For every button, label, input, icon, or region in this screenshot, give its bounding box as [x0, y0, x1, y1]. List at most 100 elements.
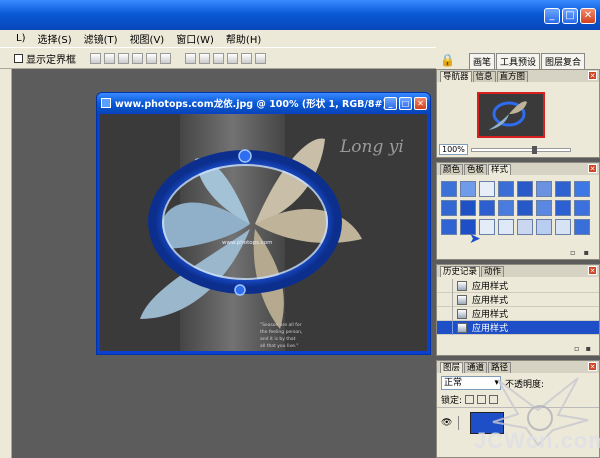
lock-transparency-icon[interactable]: [465, 395, 475, 404]
show-bounds-label: 显示定界框: [26, 54, 76, 66]
blend-mode-select[interactable]: 正常: [441, 376, 501, 390]
maximize-icon[interactable]: □: [562, 8, 578, 24]
history-item[interactable]: 应用样式: [437, 306, 599, 321]
snapshot-icon[interactable]: ▫: [574, 344, 579, 353]
layers-panel: 图层 通道 路径 ✕ 正常 不透明度: 锁定: 👁: [436, 360, 600, 458]
menu-item-window[interactable]: 窗口(W): [176, 31, 214, 46]
palette-well: 🔒 画笔 工具预设 图层复合: [436, 47, 600, 69]
style-swatch[interactable]: [574, 181, 590, 197]
layer-row[interactable]: 👁: [437, 407, 599, 437]
style-swatch[interactable]: [574, 219, 590, 235]
minimize-icon[interactable]: _: [544, 8, 560, 24]
menu-item-filter[interactable]: 滤镜(T): [84, 31, 118, 46]
navigator-thumbnail[interactable]: [477, 92, 545, 138]
style-swatch[interactable]: [555, 200, 571, 216]
trash-icon[interactable]: ▪: [586, 344, 591, 353]
align-left-icon[interactable]: [132, 52, 143, 64]
panel-close-icon[interactable]: ✕: [588, 164, 597, 173]
lock-position-icon[interactable]: [489, 395, 499, 404]
tab-layers[interactable]: 图层: [440, 362, 464, 373]
style-swatch[interactable]: [441, 219, 457, 235]
well-tab-brushes[interactable]: 画笔: [469, 53, 496, 69]
palette-well-icon: 🔒: [440, 53, 455, 67]
menu-item-view[interactable]: 视图(V): [130, 31, 165, 46]
history-item[interactable]: 应用样式: [437, 292, 599, 307]
style-swatch[interactable]: [517, 219, 533, 235]
style-swatch[interactable]: [536, 219, 552, 235]
tab-channels[interactable]: 通道: [464, 362, 488, 373]
tab-actions[interactable]: 动作: [481, 266, 505, 277]
distribute-top-icon[interactable]: [185, 52, 196, 64]
zoom-field[interactable]: 100%: [439, 144, 468, 155]
menu-item-help[interactable]: 帮助(H): [226, 31, 261, 46]
style-swatch[interactable]: [498, 219, 514, 235]
show-bounds-checkbox[interactable]: [14, 53, 23, 63]
tab-history[interactable]: 历史记录: [440, 266, 481, 277]
style-swatch[interactable]: [479, 181, 495, 197]
image-canvas[interactable]: Long yi www.photops.com "Season are all …: [100, 114, 427, 351]
panel-close-icon[interactable]: ✕: [588, 362, 597, 371]
tab-paths[interactable]: 路径: [488, 362, 512, 373]
align-right-icon[interactable]: [160, 52, 171, 64]
align-top-icon[interactable]: [90, 52, 101, 64]
tab-histogram[interactable]: 直方图: [496, 71, 529, 82]
style-swatch[interactable]: [536, 181, 552, 197]
align-center-icon[interactable]: [146, 52, 157, 64]
doc-maximize-icon[interactable]: □: [399, 96, 412, 110]
style-swatch[interactable]: [498, 200, 514, 216]
style-swatches: [437, 175, 599, 235]
document-titlebar[interactable]: www.photops.com龙依.jpg @ 100% (形状 1, RGB/…: [97, 93, 430, 113]
styles-panel: 颜色 色板 样式 ✕ ➤ ▫ ▪: [436, 162, 600, 260]
style-swatch[interactable]: [460, 181, 476, 197]
style-swatch[interactable]: [536, 200, 552, 216]
distribute-right-icon[interactable]: [255, 52, 266, 64]
caption-line-2: the feeling person,: [260, 329, 302, 335]
layer-visibility-icon[interactable]: 👁: [441, 418, 452, 428]
close-icon[interactable]: ✕: [580, 8, 596, 24]
style-swatch[interactable]: [441, 181, 457, 197]
style-swatch[interactable]: [555, 181, 571, 197]
tab-swatches[interactable]: 色板: [464, 164, 488, 175]
doc-minimize-icon[interactable]: _: [384, 96, 397, 110]
watermark-text: Long yi: [339, 137, 404, 157]
tab-color[interactable]: 颜色: [440, 164, 464, 175]
panel-close-icon[interactable]: ✕: [588, 71, 597, 80]
style-swatch[interactable]: [574, 200, 590, 216]
style-swatch[interactable]: [441, 200, 457, 216]
options-bar: 显示定界框: [0, 47, 436, 69]
history-item[interactable]: 应用样式: [437, 278, 599, 293]
tab-styles[interactable]: 样式: [488, 164, 512, 175]
distribute-center-icon[interactable]: [241, 52, 252, 64]
lock-image-icon[interactable]: [477, 395, 487, 404]
style-swatch[interactable]: [517, 200, 533, 216]
new-style-icon[interactable]: ▫: [570, 248, 575, 257]
style-swatch[interactable]: [460, 200, 476, 216]
history-panel: 历史记录 动作 ✕ 应用样式 应用样式 应用样式 应用样式 ▫ ▪: [436, 264, 600, 356]
style-swatch[interactable]: [517, 181, 533, 197]
align-bottom-icon[interactable]: [118, 52, 129, 64]
history-item-selected[interactable]: 应用样式: [437, 320, 599, 335]
layer-link-icon: [458, 415, 464, 430]
doc-close-icon[interactable]: ✕: [414, 96, 427, 110]
style-swatch[interactable]: [479, 219, 495, 235]
panel-close-icon[interactable]: ✕: [588, 266, 597, 275]
tab-navigator[interactable]: 导航器: [440, 71, 472, 82]
zoom-slider-handle[interactable]: [531, 145, 537, 154]
well-tab-layer-comps[interactable]: 图层复合: [541, 53, 586, 69]
zoom-slider[interactable]: [470, 145, 571, 154]
menu-item-layer[interactable]: L): [16, 33, 25, 44]
distribute-bottom-icon[interactable]: [213, 52, 224, 64]
tab-info[interactable]: 信息: [472, 71, 496, 82]
document-title: www.photops.com龙依.jpg @ 100% (形状 1, RGB/…: [115, 99, 384, 110]
style-swatch[interactable]: [555, 219, 571, 235]
menu-item-select[interactable]: 选择(S): [37, 31, 71, 46]
app-titlebar: _ □ ✕: [0, 0, 600, 30]
distribute-left-icon[interactable]: [227, 52, 238, 64]
well-tab-tool-presets[interactable]: 工具预设: [496, 53, 541, 69]
style-swatch[interactable]: [479, 200, 495, 216]
trash-icon[interactable]: ▪: [584, 248, 589, 257]
align-middle-icon[interactable]: [104, 52, 115, 64]
distribute-middle-icon[interactable]: [199, 52, 210, 64]
history-state-icon: [457, 322, 467, 333]
style-swatch[interactable]: [498, 181, 514, 197]
